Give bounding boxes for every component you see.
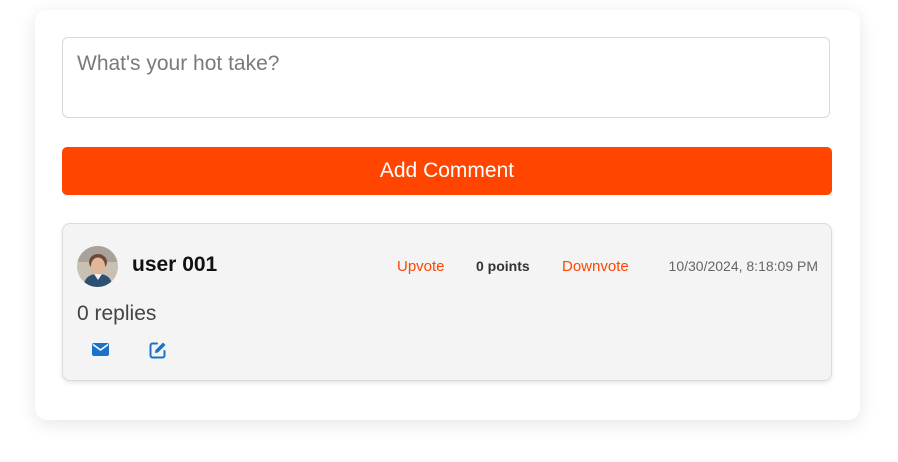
points-count: 0 points (476, 258, 530, 274)
add-comment-button[interactable]: Add Comment (62, 147, 832, 195)
upvote-button[interactable]: Upvote (397, 258, 445, 275)
replies-count[interactable]: 0 replies (77, 302, 156, 326)
comment-username: user 001 (132, 253, 218, 276)
edit-comment-button[interactable] (147, 342, 169, 362)
edit-icon (149, 341, 167, 364)
reply-envelope-button[interactable] (89, 342, 111, 362)
comment-timestamp: 10/30/2024, 8:18:09 PM (668, 258, 818, 274)
comment-card: Add Comment user 001 Upvote 0 points Dow… (35, 10, 860, 420)
comment-input[interactable] (62, 37, 830, 118)
envelope-icon (91, 343, 109, 361)
comment-item: user 001 Upvote 0 points Downvote 10/30/… (62, 223, 832, 381)
downvote-button[interactable]: Downvote (562, 258, 629, 275)
avatar (77, 246, 118, 287)
